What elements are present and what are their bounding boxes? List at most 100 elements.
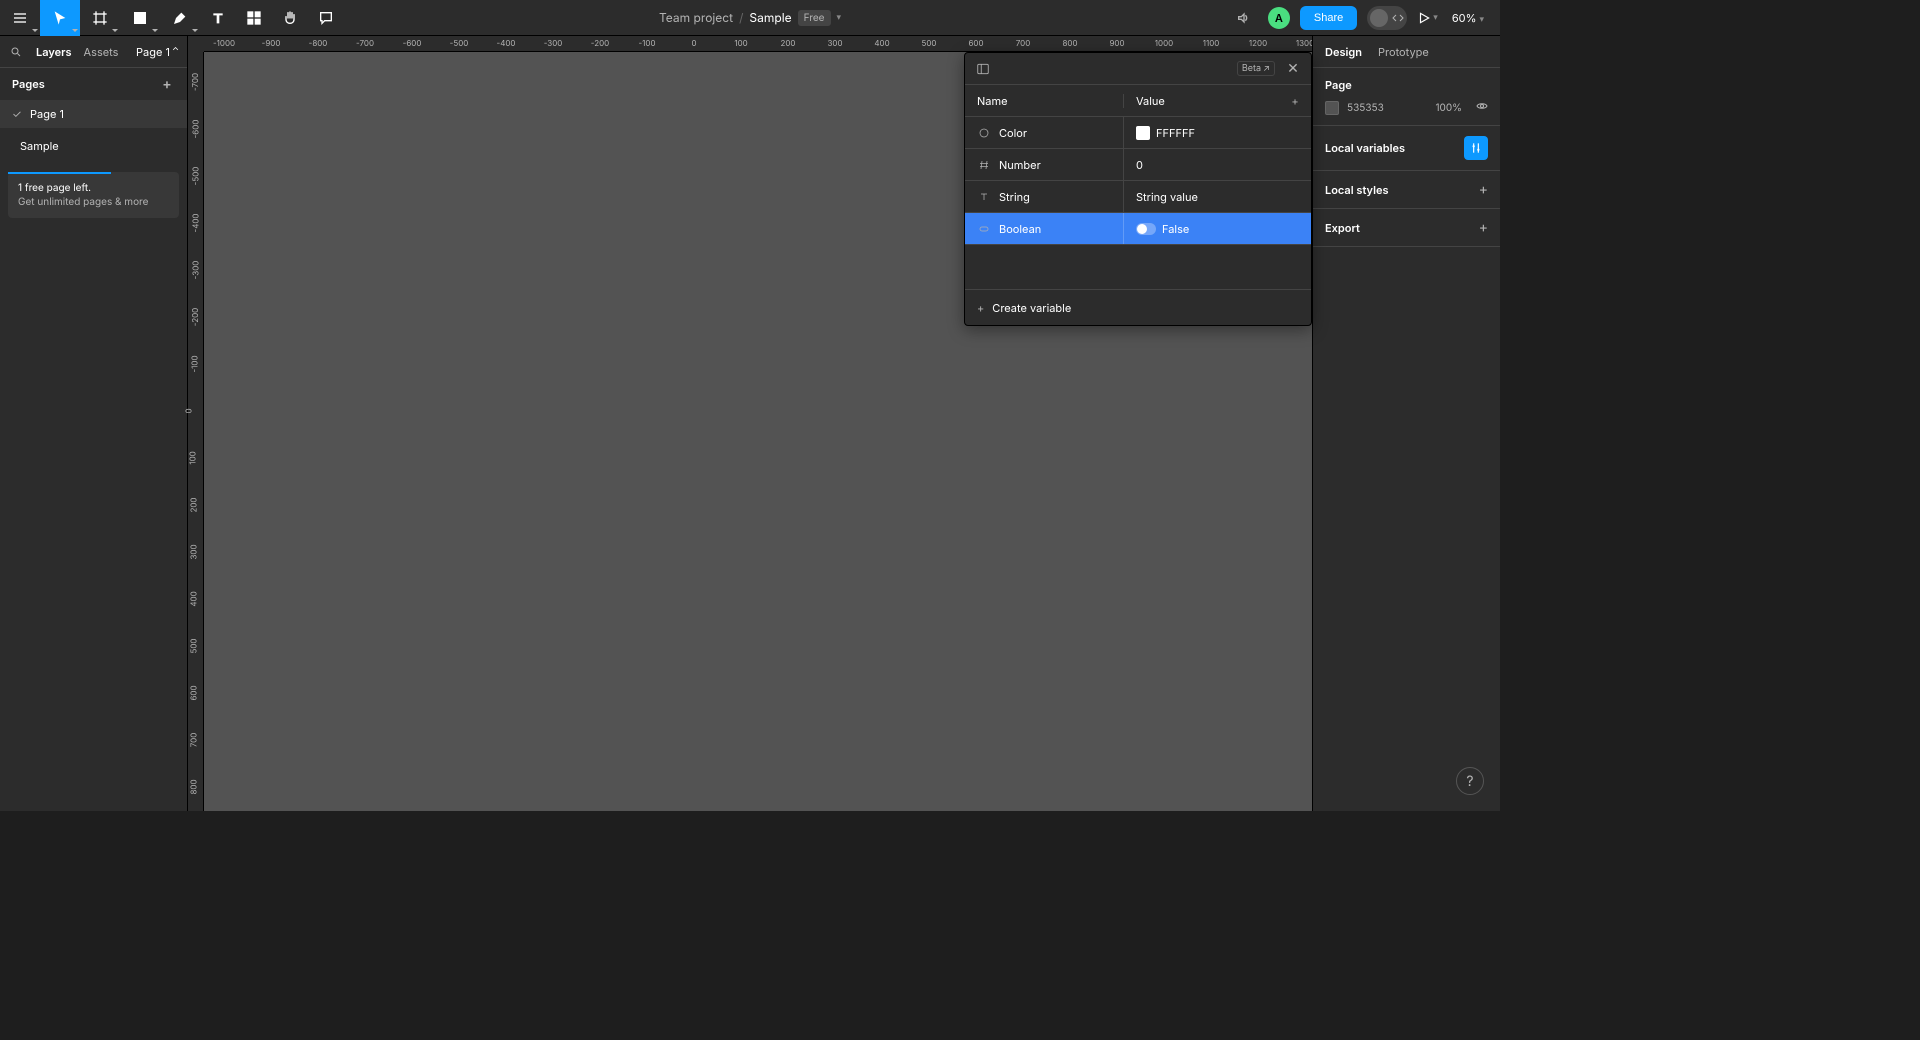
color-swatch xyxy=(1136,126,1150,140)
main-menu-button[interactable] xyxy=(0,0,40,36)
variable-value-cell[interactable]: FFFFFF xyxy=(1123,117,1311,148)
present-button[interactable]: ▾ xyxy=(1417,11,1438,25)
ruler-vertical: -700-600-500-400-300-200-100010020030040… xyxy=(188,52,204,811)
pen-tool[interactable] xyxy=(160,0,200,36)
variable-row-color[interactable]: Color FFFFFF xyxy=(965,117,1311,149)
sidebar-icon xyxy=(976,62,990,76)
variable-name-cell[interactable]: Color xyxy=(965,126,1123,140)
tab-prototype[interactable]: Prototype xyxy=(1378,45,1429,59)
chevron-down-icon: ▾ xyxy=(1433,12,1438,23)
help-button[interactable]: ? xyxy=(1456,767,1484,795)
chevron-down-icon xyxy=(152,29,158,32)
chevron-down-icon xyxy=(72,29,78,32)
local-styles-title: Local styles xyxy=(1325,183,1389,197)
page-select-label: Page 1 xyxy=(136,45,170,59)
variable-value-cell[interactable]: False xyxy=(1123,213,1311,244)
zoom-menu[interactable]: 60% ▾ xyxy=(1448,11,1488,25)
local-variables-title: Local variables xyxy=(1325,141,1405,155)
upsell-card: 1 free page left. Get unlimited pages & … xyxy=(8,172,179,218)
help-icon: ? xyxy=(1466,773,1473,790)
add-mode-button[interactable]: + xyxy=(1279,94,1311,108)
left-panel: Layers Assets Page 1 ⌃ Pages + ✓ Page 1 … xyxy=(0,36,188,811)
variable-row-string[interactable]: String String value xyxy=(965,181,1311,213)
bg-color-swatch[interactable] xyxy=(1325,101,1339,115)
export-section: Export + xyxy=(1313,209,1500,247)
beta-badge[interactable]: Beta ↗ xyxy=(1237,61,1275,76)
variable-name-cell[interactable]: Boolean xyxy=(965,222,1123,236)
hand-tool[interactable] xyxy=(272,0,308,36)
variable-value-cell[interactable]: String value xyxy=(1123,181,1311,212)
boolean-toggle[interactable] xyxy=(1136,223,1156,235)
boolean-var-icon xyxy=(977,222,991,236)
local-styles-section: Local styles + xyxy=(1313,171,1500,209)
panel-sidebar-toggle[interactable] xyxy=(973,59,993,79)
close-button[interactable]: ✕ xyxy=(1283,59,1303,79)
variable-name: String xyxy=(999,190,1030,204)
page-section-title: Page xyxy=(1325,78,1488,92)
plan-badge: Free xyxy=(798,10,831,26)
audio-button[interactable] xyxy=(1230,4,1258,32)
variable-value: FFFFFF xyxy=(1156,126,1195,140)
bg-hex[interactable]: 535353 xyxy=(1347,102,1384,114)
breadcrumb-project[interactable]: Team project xyxy=(659,10,733,25)
main-area: Layers Assets Page 1 ⌃ Pages + ✓ Page 1 … xyxy=(0,36,1500,811)
close-icon: ✕ xyxy=(1287,60,1299,77)
local-variables-section: Local variables xyxy=(1313,126,1500,171)
variables-header: Beta ↗ ✕ xyxy=(965,53,1311,85)
page-bg-row[interactable]: 535353 100% xyxy=(1325,100,1488,115)
add-export-button[interactable]: + xyxy=(1479,219,1488,236)
text-tool[interactable] xyxy=(200,0,236,36)
chevron-icon: ⌃ xyxy=(172,46,179,57)
create-variable-button[interactable]: + Create variable xyxy=(965,289,1311,325)
chevron-down-icon xyxy=(192,29,198,32)
add-style-button[interactable]: + xyxy=(1479,181,1488,198)
chevron-down-icon: ▾ xyxy=(1479,14,1484,25)
variable-row-boolean[interactable]: Boolean False xyxy=(965,213,1311,245)
variable-row-number[interactable]: Number 0 xyxy=(965,149,1311,181)
visibility-toggle[interactable] xyxy=(1476,100,1488,115)
frame-tool[interactable] xyxy=(80,0,120,36)
page-select[interactable]: Page 1 ⌃ xyxy=(136,45,179,59)
variable-name-cell[interactable]: Number xyxy=(965,158,1123,172)
eye-icon xyxy=(1476,100,1488,112)
resources-tool[interactable] xyxy=(236,0,272,36)
devmode-toggle[interactable] xyxy=(1367,6,1407,30)
breadcrumb-file[interactable]: Sample xyxy=(749,10,791,25)
canvas[interactable]: -1000-900-800-700-600-500-400-300-200-10… xyxy=(188,36,1312,811)
code-icon xyxy=(1392,12,1404,24)
tab-design[interactable]: Design xyxy=(1325,45,1362,59)
breadcrumb-sep: / xyxy=(739,10,743,25)
upsell-text: 1 free page left. xyxy=(18,182,169,194)
variable-value-cell[interactable]: 0 xyxy=(1123,149,1311,180)
bg-opacity[interactable]: 100% xyxy=(1435,102,1462,114)
search-button[interactable] xyxy=(8,44,24,60)
color-var-icon xyxy=(977,126,991,140)
share-button[interactable]: Share xyxy=(1300,6,1357,30)
tab-layers[interactable]: Layers xyxy=(36,45,72,59)
breadcrumb: Team project / Sample Free ▾ xyxy=(659,10,841,26)
avatar[interactable]: A xyxy=(1268,7,1290,29)
page-name: Page 1 xyxy=(30,107,64,121)
search-icon xyxy=(10,46,22,58)
comment-tool[interactable] xyxy=(308,0,344,36)
pages-header: Pages + xyxy=(0,68,187,100)
variables-panel: Beta ↗ ✕ Name Value + Color FFF xyxy=(964,52,1312,326)
tab-assets[interactable]: Assets xyxy=(84,45,119,59)
plus-icon: + xyxy=(977,301,984,315)
chevron-down-icon xyxy=(112,29,118,32)
variable-name: Number xyxy=(999,158,1041,172)
page-item[interactable]: ✓ Page 1 xyxy=(0,100,187,128)
shape-tool[interactable] xyxy=(120,0,160,36)
upsell-link[interactable]: Get unlimited pages & more xyxy=(18,196,169,208)
string-var-icon xyxy=(977,190,991,204)
layer-item[interactable]: Sample xyxy=(0,132,187,160)
file-menu-chevron[interactable]: ▾ xyxy=(836,12,841,23)
ruler-horizontal: -1000-900-800-700-600-500-400-300-200-10… xyxy=(204,36,1312,52)
variable-name-cell[interactable]: String xyxy=(965,190,1123,204)
export-title: Export xyxy=(1325,221,1360,235)
tool-group-left xyxy=(0,0,344,36)
add-page-button[interactable]: + xyxy=(159,76,175,92)
column-value: Value xyxy=(1123,94,1279,108)
open-variables-button[interactable] xyxy=(1464,136,1488,160)
move-tool[interactable] xyxy=(40,0,80,36)
